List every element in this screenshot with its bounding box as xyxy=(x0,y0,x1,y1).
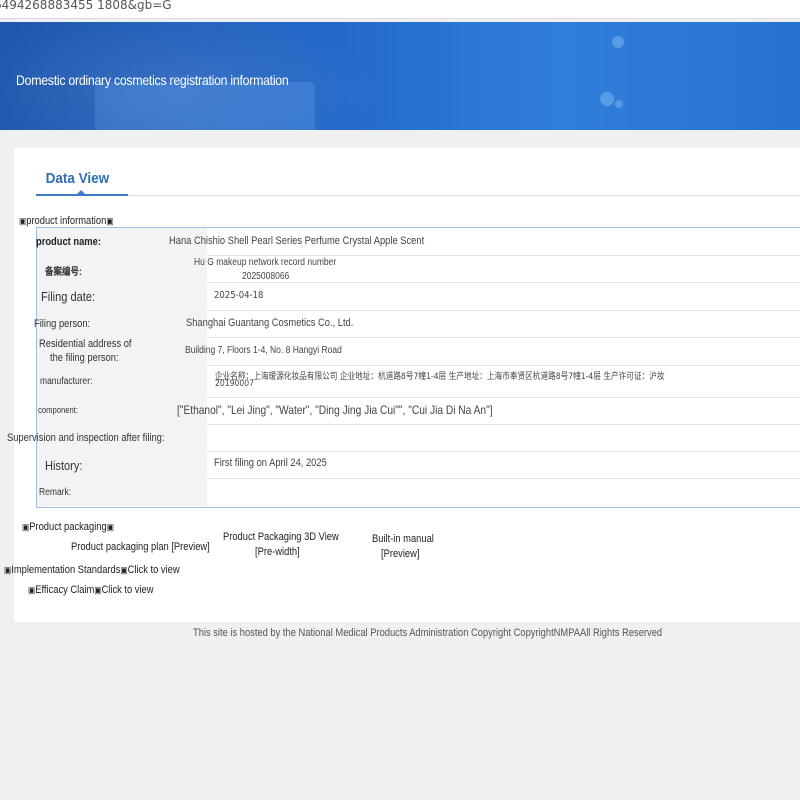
row-label: Remark: xyxy=(39,487,72,498)
bracket-icon: ▣ xyxy=(4,565,12,575)
row-label: Filing person: xyxy=(34,318,91,330)
table-row: History: First filing on April 24, 2025 xyxy=(37,451,800,479)
row-label: Residential address of xyxy=(39,338,132,350)
record-number-value: Hu G makeup network record number xyxy=(194,257,337,268)
standards-view-link[interactable]: Click to view xyxy=(128,564,180,576)
manufacturer-value: 20190007 xyxy=(215,379,254,389)
product-info-table: product name: Hana Chishio Shell Pearl S… xyxy=(7,227,800,508)
table-row: 备案编号: Hu G makeup network record number … xyxy=(37,255,800,283)
product-name-value: Hana Chishio Shell Pearl Series Perfume … xyxy=(169,235,425,247)
section-title-product-info: ▣product information▣ xyxy=(19,215,114,227)
implementation-standards-item: ▣Implementation Standards▣Click to view xyxy=(4,564,180,576)
built-in-manual-preview-link[interactable]: [Preview] xyxy=(381,548,419,560)
bracket-icon: ▣ xyxy=(22,522,30,532)
bracket-icon: ▣ xyxy=(94,585,102,595)
efficacy-view-link[interactable]: Click to view xyxy=(102,584,154,596)
tab-indicator-icon xyxy=(76,190,86,195)
table-row: component: ["Ethanol", "Lei Jing", "Wate… xyxy=(37,397,800,425)
bracket-icon: ▣ xyxy=(19,216,27,226)
address-bar[interactable]: 6494268883455 1808&gb=G xyxy=(0,0,800,19)
packaging-plan-item: Product packaging plan [Preview] xyxy=(71,541,210,553)
history-value: First filing on April 24, 2025 xyxy=(214,457,327,469)
packaging-3d-view-label: Product Packaging 3D View xyxy=(223,531,339,543)
bracket-icon: ▣ xyxy=(106,522,114,532)
record-number-value: 2025008066 xyxy=(242,271,290,282)
url-text: 6494268883455 1808&gb=G xyxy=(0,0,172,12)
header-banner: Domestic ordinary cosmetics registration… xyxy=(0,22,800,130)
packaging-plan-preview-link[interactable]: [Preview] xyxy=(171,541,209,553)
filing-person-value: Shanghai Guantang Cosmetics Co., Ltd. xyxy=(186,317,354,329)
row-label: manufacturer: xyxy=(40,376,93,387)
page-title: Domestic ordinary cosmetics registration… xyxy=(16,72,289,88)
packaging-3d-view-link[interactable]: [Pre-width] xyxy=(255,546,300,558)
bracket-icon: ▣ xyxy=(28,585,36,595)
table-row: Supervision and inspection after filing: xyxy=(7,424,800,452)
address-value: Building 7, Floors 1-4, No. 8 Hangyi Roa… xyxy=(185,345,342,356)
row-label: product name: xyxy=(36,236,101,248)
table-row: Residential address of the filing person… xyxy=(37,337,800,366)
table-row: product name: Hana Chishio Shell Pearl S… xyxy=(36,228,800,256)
footer-copyright: This site is hosted by the National Medi… xyxy=(193,627,663,639)
built-in-manual-label: Built-in manual xyxy=(372,533,434,545)
table-row: Remark: xyxy=(37,478,800,506)
filing-date-value: 2025-04-18 xyxy=(214,290,264,301)
manufacturer-value: 企业名称：上海瑷源化妆品有限公司 企业地址：杭道路8号7幢1-4层 生产地址：上… xyxy=(215,372,665,382)
row-label: component: xyxy=(38,405,78,415)
table-row: Filing person: Shanghai Guantang Cosmeti… xyxy=(34,310,800,338)
efficacy-claim-item: ▣Efficacy Claim▣Click to view xyxy=(28,584,154,596)
row-label: 备案编号: xyxy=(45,267,82,278)
row-label: the filing person: xyxy=(50,352,119,364)
row-label: Supervision and inspection after filing: xyxy=(7,432,165,444)
row-label: History: xyxy=(45,458,83,473)
table-row: manufacturer: 企业名称：上海瑷源化妆品有限公司 企业地址：杭道路8… xyxy=(37,365,800,398)
section-title-packaging: ▣Product packaging▣ xyxy=(22,521,114,533)
component-value: ["Ethanol", "Lei Jing", "Water", "Ding J… xyxy=(177,403,493,417)
bracket-icon: ▣ xyxy=(106,216,114,226)
row-label: Filing date: xyxy=(41,289,96,304)
table-row: Filing date: 2025-04-18 xyxy=(37,282,800,311)
